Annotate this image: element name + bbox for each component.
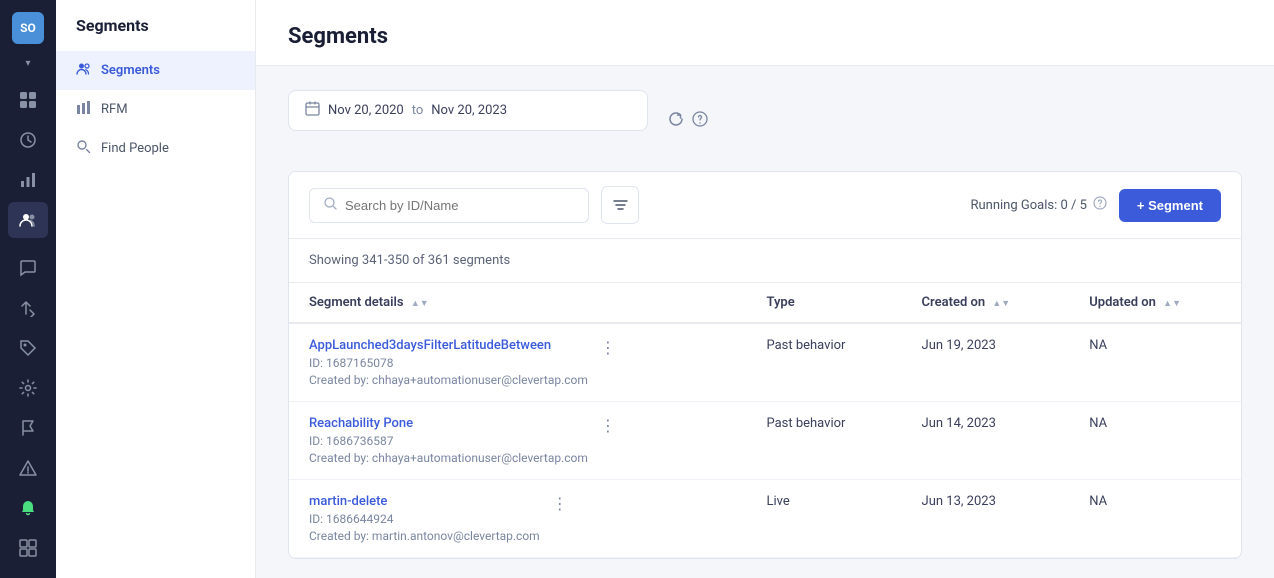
nav-icon-dashboard[interactable] xyxy=(8,82,48,118)
date-range-bar[interactable]: Nov 20, 2020 to Nov 20, 2023 xyxy=(288,90,648,131)
segment-name-link-0[interactable]: AppLaunched3daysFilterLatitudeBetween xyxy=(309,338,588,353)
nav-icon-chart[interactable] xyxy=(8,162,48,198)
main-header: Segments xyxy=(256,0,1274,66)
row-menu-1[interactable]: ⋮ xyxy=(596,416,620,435)
row-menu-2[interactable]: ⋮ xyxy=(548,494,572,513)
add-segment-button[interactable]: + Segment xyxy=(1119,189,1221,222)
segment-id-0: ID: 1687165078 xyxy=(309,356,588,370)
nav-icon-connect[interactable] xyxy=(8,122,48,158)
col-type: Type xyxy=(746,283,901,323)
cell-created-on-1: Jun 14, 2023 xyxy=(902,402,1070,480)
cell-updated-on-1: NA xyxy=(1069,402,1241,480)
main-content: Nov 20, 2020 to Nov 20, 2023 xyxy=(256,66,1274,578)
sort-icon-segment-details[interactable]: ▲▼ xyxy=(411,300,429,309)
date-start: Nov 20, 2020 xyxy=(328,103,404,118)
cell-type-1: Past behavior xyxy=(746,402,901,480)
nav-icon-comment[interactable] xyxy=(8,250,48,286)
segment-name-link-1[interactable]: Reachability Pone xyxy=(309,416,588,431)
refresh-icon[interactable] xyxy=(668,111,684,131)
sort-icon-updated-on[interactable]: ▲▼ xyxy=(1163,300,1181,309)
sidebar-item-rfm[interactable]: RFM xyxy=(56,90,255,129)
search-box[interactable] xyxy=(309,188,589,223)
cell-updated-on-2: NA xyxy=(1069,480,1241,558)
date-to: to xyxy=(412,103,424,118)
row-menu-0[interactable]: ⋮ xyxy=(596,338,620,357)
col-created-on: Created on ▲▼ xyxy=(902,283,1070,323)
nav-icon-tag[interactable] xyxy=(8,330,48,366)
segment-created-by-0: Created by: chhaya+automationuser@clever… xyxy=(309,373,588,387)
cell-created-on-0: Jun 19, 2023 xyxy=(902,323,1070,402)
table-row: AppLaunched3daysFilterLatitudeBetween ID… xyxy=(289,323,1241,402)
main-content-area: Segments Nov 20, 2020 to Nov 20, 2023 xyxy=(256,0,1274,578)
cell-created-on-2: Jun 13, 2023 xyxy=(902,480,1070,558)
segments-table: Segment details ▲▼ Type Created on ▲▼ Up… xyxy=(289,283,1241,558)
table-row: martin-delete ID: 1686644924 Created by:… xyxy=(289,480,1241,558)
find-people-icon xyxy=(76,139,91,158)
segment-created-by-1: Created by: chhaya+automationuser@clever… xyxy=(309,451,588,465)
segments-icon xyxy=(76,61,91,80)
help-icon[interactable] xyxy=(692,111,708,131)
cell-segment-details-0: AppLaunched3daysFilterLatitudeBetween ID… xyxy=(289,323,746,402)
sidebar-item-segments[interactable]: Segments xyxy=(56,51,255,90)
search-icon xyxy=(324,197,337,214)
nav-icon-people[interactable] xyxy=(8,202,48,238)
date-range-actions xyxy=(668,111,708,131)
segment-id-2: ID: 1686644924 xyxy=(309,512,540,526)
segment-id-1: ID: 1686736587 xyxy=(309,434,588,448)
filter-button[interactable] xyxy=(601,186,639,224)
showing-text: Showing 341-350 of 361 segments xyxy=(289,239,1241,283)
cell-segment-details-2: martin-delete ID: 1686644924 Created by:… xyxy=(289,480,746,558)
cell-type-2: Live xyxy=(746,480,901,558)
date-end: Nov 20, 2023 xyxy=(431,103,507,118)
cell-type-0: Past behavior xyxy=(746,323,901,402)
segment-created-by-2: Created by: martin.antonov@clevertap.com xyxy=(309,529,540,543)
sidebar-title: Segments xyxy=(56,16,255,51)
search-input[interactable] xyxy=(345,198,574,213)
running-goals-label: Running Goals: 0 / 5 xyxy=(970,198,1086,213)
segments-table-container: Running Goals: 0 / 5 + Segment Showing 3… xyxy=(288,171,1242,559)
nav-icon-arrows[interactable] xyxy=(8,290,48,326)
segment-name-link-2[interactable]: martin-delete xyxy=(309,494,540,509)
col-segment-details: Segment details ▲▼ xyxy=(289,283,746,323)
sidebar-item-find-people-label: Find People xyxy=(101,141,169,156)
calendar-icon xyxy=(305,101,320,120)
icon-bar: SO ▾ xyxy=(0,0,56,578)
rfm-icon xyxy=(76,100,91,119)
sort-icon-created-on[interactable]: ▲▼ xyxy=(992,300,1010,309)
table-row: Reachability Pone ID: 1686736587 Created… xyxy=(289,402,1241,480)
sidebar-item-segments-label: Segments xyxy=(101,63,160,78)
cell-updated-on-0: NA xyxy=(1069,323,1241,402)
nav-icon-warning[interactable] xyxy=(8,450,48,486)
page-title: Segments xyxy=(288,24,1242,49)
running-goals-info: Running Goals: 0 / 5 xyxy=(970,196,1106,214)
col-updated-on: Updated on ▲▼ xyxy=(1069,283,1241,323)
nav-icon-flag[interactable] xyxy=(8,410,48,446)
cell-segment-details-1: Reachability Pone ID: 1686736587 Created… xyxy=(289,402,746,480)
running-goals-help-icon[interactable] xyxy=(1093,196,1107,214)
sidebar: Segments Segments RFM Find People xyxy=(56,0,256,578)
sidebar-item-rfm-label: RFM xyxy=(101,102,128,117)
nav-icon-bell[interactable] xyxy=(8,490,48,526)
chevron-down-icon[interactable]: ▾ xyxy=(21,56,35,70)
avatar[interactable]: SO xyxy=(12,12,44,44)
nav-icon-settings[interactable] xyxy=(8,370,48,406)
sidebar-item-find-people[interactable]: Find People xyxy=(56,129,255,168)
nav-icon-grid[interactable] xyxy=(8,530,48,566)
table-header-row: Segment details ▲▼ Type Created on ▲▼ Up… xyxy=(289,283,1241,323)
